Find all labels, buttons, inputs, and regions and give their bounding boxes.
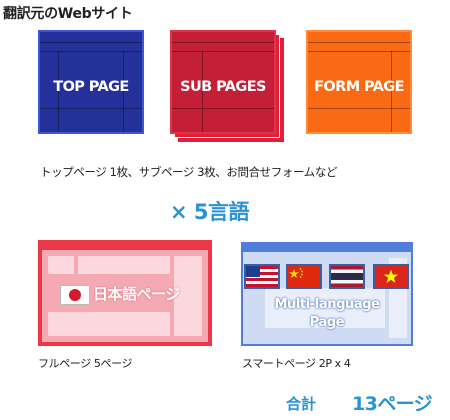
total-label: 合計 — [286, 395, 317, 413]
source-site-title: 翻訳元のWebサイト — [3, 6, 133, 22]
sub-pages-label: SUB PAGES — [180, 79, 266, 95]
china-flag-icon — [286, 264, 322, 289]
usa-flag-icon — [244, 264, 280, 289]
smart-page-caption: スマートページ 2P x 4 — [242, 357, 351, 370]
japanese-page-label: 日本語ページ — [93, 285, 180, 303]
multi-language-line1: Multi-language — [274, 297, 380, 312]
total-value: 13ページ — [352, 393, 433, 415]
top-page-label: TOP PAGE — [53, 79, 129, 95]
full-page-caption: フルページ 5ページ — [38, 357, 133, 370]
japan-flag-icon — [60, 285, 90, 305]
top-page-thumbnail: TOP PAGE — [38, 30, 144, 134]
language-multiplier: × 5言語 — [170, 200, 250, 224]
vietnam-flag-icon — [373, 264, 409, 289]
pages-caption: トップページ 1枚、サブページ 3枚、お問合せフォームなど — [40, 165, 338, 179]
form-page-label: FORM PAGE — [314, 79, 404, 95]
sub-pages-thumbnail: SUB PAGES — [170, 30, 276, 134]
multi-language-page-label: Multi-language Page — [262, 296, 392, 332]
multi-language-line2: Page — [309, 315, 345, 330]
form-page-thumbnail: FORM PAGE — [306, 30, 412, 134]
thailand-flag-icon — [329, 264, 365, 289]
